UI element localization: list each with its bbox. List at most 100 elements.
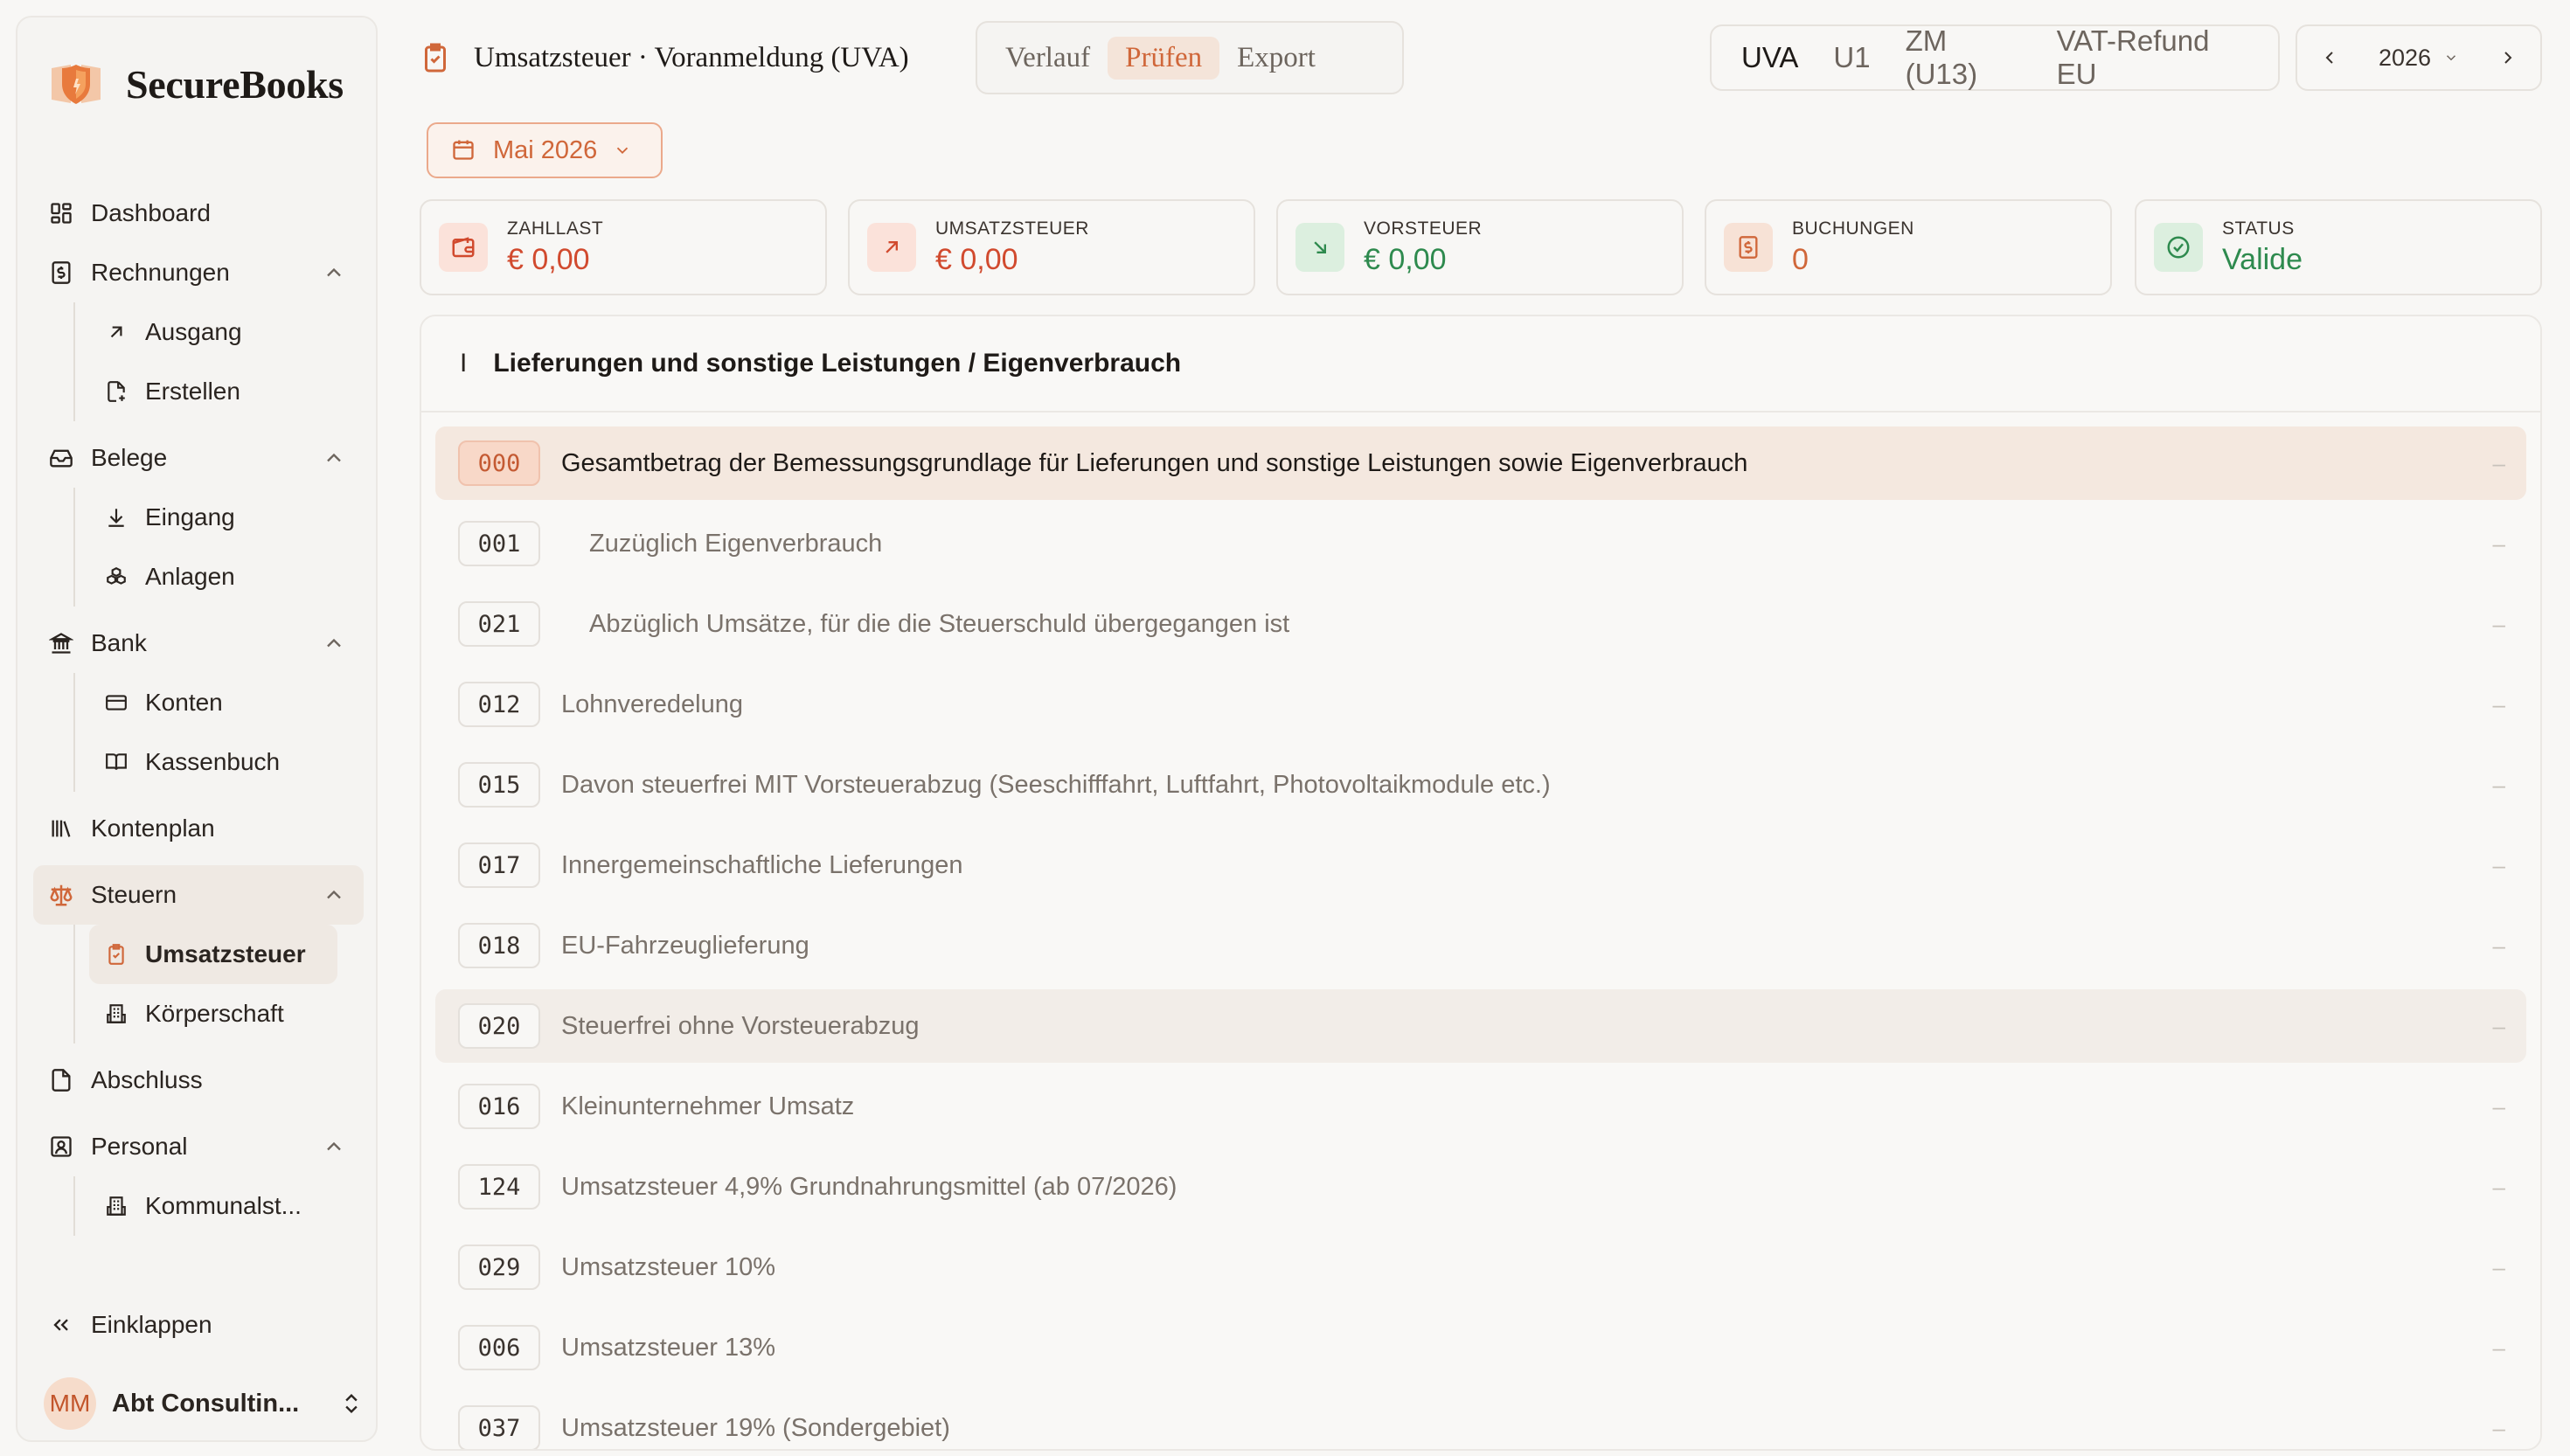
sidebar-item-personal[interactable]: Personal — [33, 1117, 364, 1176]
kennzahl-value: – — [2492, 771, 2505, 798]
kennzahl-row[interactable]: 015 Davon steuerfrei MIT Vorsteuerabzug … — [435, 748, 2526, 822]
user-switcher[interactable]: MM Abt Consultin... — [44, 1376, 367, 1432]
bank-icon — [45, 627, 77, 659]
chevron-up-icon[interactable] — [322, 446, 346, 470]
kennzahl-row[interactable]: 021 Abzüglich Umsätze, für die die Steue… — [435, 587, 2526, 661]
kennzahl-description: Umsatzsteuer 19% (Sondergebiet) — [561, 1413, 950, 1442]
sidebar-item-label: Abschluss — [91, 1066, 203, 1093]
sidebar-item-label: Rechnungen — [91, 259, 230, 286]
chevron-down-icon — [2447, 55, 2456, 61]
kennzahl-description: Zuzüglich Eigenverbrauch — [589, 529, 883, 558]
tab-u1[interactable]: U1 — [1816, 38, 1887, 78]
sidebar-subitem-label: Umsatzsteuer — [145, 940, 306, 967]
calendar-icon — [451, 137, 477, 163]
kennzahl-row[interactable]: 006 Umsatzsteuer 13% – — [435, 1311, 2526, 1384]
submenu-bank: Konten Kassenbuch — [73, 673, 364, 792]
tab-export[interactable]: Export — [1219, 37, 1333, 80]
kpi-umsatzsteuer: UMSATZSTEUER € 0,00 — [848, 199, 1255, 295]
sidebar-item-kontenplan[interactable]: Kontenplan — [33, 799, 364, 858]
sidebar-item-label: Personal — [91, 1133, 188, 1160]
collapse-sidebar-button[interactable]: Einklappen — [45, 1300, 212, 1349]
submenu-belege: Eingang Anlagen — [73, 488, 364, 607]
boxes-icon — [101, 562, 131, 592]
download-icon — [101, 503, 131, 532]
brand[interactable]: SecureBooks — [42, 49, 344, 119]
sidebar-item-bank[interactable]: Bank — [33, 614, 364, 673]
section-number: I — [460, 349, 468, 378]
sidebar-subitem-konten[interactable]: Konten — [89, 673, 364, 732]
chevron-up-icon[interactable] — [322, 1134, 346, 1159]
sidebar-subitem-label: Anlagen — [145, 563, 235, 590]
dashboard-grid-icon — [45, 198, 77, 229]
kennzahl-code: 020 — [458, 1003, 540, 1049]
month-picker[interactable]: Mai 2026 — [427, 122, 663, 178]
kennzahl-row[interactable]: 124 Umsatzsteuer 4,9% Grundnahrungsmitte… — [435, 1150, 2526, 1224]
section-header[interactable]: I Lieferungen und sonstige Leistungen / … — [421, 316, 2540, 413]
chevron-up-icon[interactable] — [322, 260, 346, 285]
sidebar-item-steuern[interactable]: Steuern — [33, 865, 364, 925]
kennzahl-value: – — [2492, 610, 2505, 637]
kennzahl-code: 015 — [458, 762, 540, 808]
library-icon — [45, 813, 77, 844]
sidebar-subitem-koerperschaft[interactable]: Körperschaft — [89, 984, 364, 1043]
sidebar-item-belege[interactable]: Belege — [33, 428, 364, 488]
kennzahl-code: 021 — [458, 601, 540, 647]
kennzahl-row[interactable]: 001 Zuzüglich Eigenverbrauch – — [435, 507, 2526, 580]
section-title: Lieferungen und sonstige Leistungen / Ei… — [493, 349, 1182, 378]
kpi-label: UMSATZSTEUER — [935, 218, 1089, 239]
year-select[interactable]: 2026 — [2379, 45, 2459, 72]
kennzahl-value: – — [2492, 1253, 2505, 1280]
chevrons-left-icon — [45, 1313, 77, 1337]
kennzahl-row[interactable]: 017 Innergemeinschaftliche Lieferungen – — [435, 829, 2526, 902]
sidebar-item-rechnungen[interactable]: Rechnungen — [33, 243, 364, 302]
tab-verlauf[interactable]: Verlauf — [988, 37, 1108, 80]
sidebar-item-abschluss[interactable]: Abschluss — [33, 1050, 364, 1110]
kennzahl-description: Innergemeinschaftliche Lieferungen — [561, 850, 963, 879]
sidebar-subitem-anlagen[interactable]: Anlagen — [89, 547, 364, 607]
chevron-up-icon[interactable] — [322, 631, 346, 655]
sidebar-subitem-kassenbuch[interactable]: Kassenbuch — [89, 732, 364, 792]
kpi-value: Valide — [2222, 242, 2303, 276]
kennzahl-row[interactable]: 037 Umsatzsteuer 19% (Sondergebiet) – — [435, 1391, 2526, 1449]
kennzahl-row[interactable]: 016 Kleinunternehmer Umsatz – — [435, 1070, 2526, 1143]
kpi-status: STATUS Valide — [2135, 199, 2542, 295]
page-title-text: Umsatzsteuer · Voranmeldung (UVA) — [474, 41, 909, 73]
next-year-button[interactable] — [2495, 45, 2521, 71]
tab-uva[interactable]: UVA — [1724, 38, 1816, 78]
kpi-zahllast: ZAHLLAST € 0,00 — [420, 199, 827, 295]
file-plus-icon — [101, 377, 131, 406]
sidebar-subitem-umsatzsteuer[interactable]: Umsatzsteuer — [89, 925, 337, 984]
chevron-up-icon[interactable] — [322, 883, 346, 907]
kennzahl-row[interactable]: 000 Gesamtbetrag der Bemessungsgrundlage… — [435, 426, 2526, 500]
kennzahl-code: 017 — [458, 842, 540, 888]
kennzahl-row[interactable]: 012 Lohnveredelung – — [435, 668, 2526, 741]
kennzahl-row[interactable]: 018 EU-Fahrzeuglieferung – — [435, 909, 2526, 982]
view-tabs: Verlauf Prüfen Export — [976, 21, 1404, 94]
kpi-label: BUCHUNGEN — [1792, 218, 1914, 239]
sidebar-subitem-ausgang[interactable]: Ausgang — [89, 302, 364, 362]
kennzahl-description: Umsatzsteuer 4,9% Grundnahrungsmittel (a… — [561, 1172, 1177, 1201]
sidebar-subitem-eingang[interactable]: Eingang — [89, 488, 364, 547]
submenu-rechnungen: Ausgang Erstellen — [73, 302, 364, 421]
kpi-label: STATUS — [2222, 218, 2295, 239]
sidebar-subitem-kommunalsteuer[interactable]: Kommunalst... — [89, 1176, 364, 1236]
uva-section-panel: I Lieferungen und sonstige Leistungen / … — [420, 315, 2542, 1451]
chevrons-up-down-icon[interactable] — [336, 1388, 367, 1419]
kpi-value: € 0,00 — [935, 242, 1018, 276]
previous-year-button[interactable] — [2316, 45, 2343, 71]
kennzahl-value: – — [2492, 1173, 2505, 1200]
check-circle-icon — [2154, 223, 2203, 272]
kennzahl-row[interactable]: 029 Umsatzsteuer 10% – — [435, 1231, 2526, 1304]
tab-vat-refund-eu[interactable]: VAT-Refund EU — [2039, 21, 2266, 94]
tab-pruefen[interactable]: Prüfen — [1108, 36, 1220, 80]
kennzahl-row[interactable]: 020 Steuerfrei ohne Vorsteuerabzug – — [435, 989, 2526, 1063]
kennzahl-description: Kleinunternehmer Umsatz — [561, 1092, 855, 1120]
sidebar-item-dashboard[interactable]: Dashboard — [33, 184, 364, 243]
kpi-buchungen: BUCHUNGEN 0 — [1705, 199, 2112, 295]
sidebar-subitem-erstellen[interactable]: Erstellen — [89, 362, 364, 421]
kennzahl-value: – — [2492, 1092, 2505, 1120]
tab-zm-u13[interactable]: ZM (U13) — [1888, 21, 2039, 94]
brand-name: SecureBooks — [126, 61, 344, 107]
kpi-label: ZAHLLAST — [507, 218, 604, 239]
arrow-down-right-icon — [1295, 223, 1344, 272]
